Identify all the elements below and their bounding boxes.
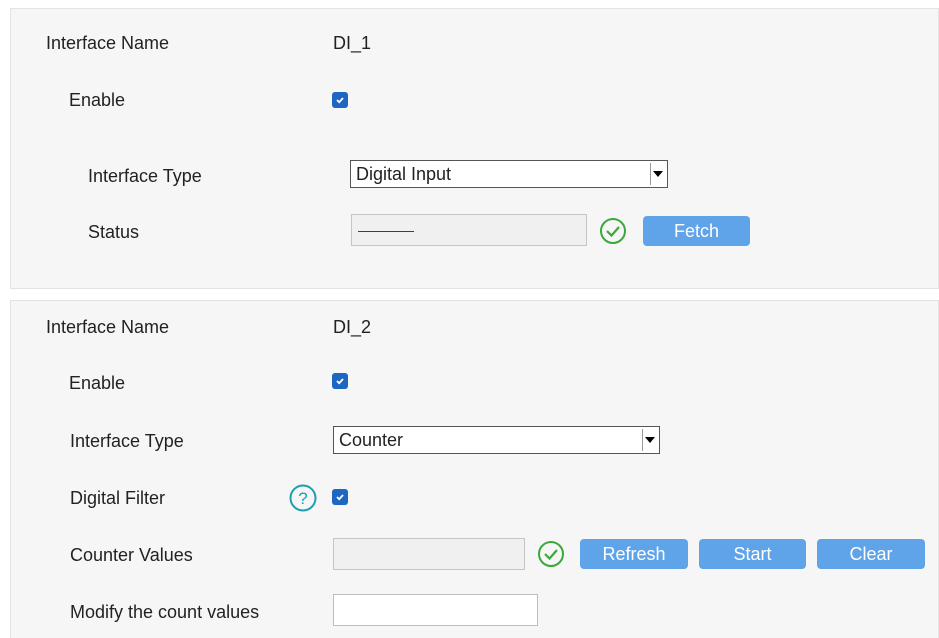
checkmark-icon bbox=[336, 494, 344, 501]
interface-name-value: DI_2 bbox=[333, 317, 372, 337]
clear-button[interactable]: Clear bbox=[817, 539, 925, 569]
help-icon[interactable]: ? bbox=[288, 483, 318, 513]
interface-panel-di1: Interface Name DI_1 Enable Interface Typ… bbox=[10, 8, 939, 289]
refresh-button[interactable]: Refresh bbox=[580, 539, 688, 569]
interface-name-label: Interface Name bbox=[46, 33, 170, 53]
status-field: ———— bbox=[351, 214, 587, 246]
svg-text:?: ? bbox=[298, 489, 307, 508]
digital-filter-label: Digital Filter bbox=[70, 488, 166, 508]
enable-checkbox[interactable] bbox=[332, 373, 348, 389]
interface-type-selected: Digital Input bbox=[356, 164, 452, 184]
counter-values-label: Counter Values bbox=[70, 545, 193, 565]
checkmark-icon bbox=[336, 97, 344, 104]
interface-type-select[interactable]: Counter bbox=[333, 426, 660, 454]
checkmark-icon bbox=[336, 378, 344, 385]
check-circle-icon bbox=[538, 541, 564, 567]
chevron-down-icon bbox=[642, 429, 657, 451]
interface-type-select[interactable]: Digital Input bbox=[350, 160, 668, 188]
interface-name-value: DI_1 bbox=[333, 33, 372, 53]
status-label: Status bbox=[88, 222, 140, 242]
counter-values-field bbox=[333, 538, 525, 570]
interface-type-label: Interface Type bbox=[70, 431, 184, 451]
digital-filter-checkbox[interactable] bbox=[332, 489, 348, 505]
enable-checkbox[interactable] bbox=[332, 92, 348, 108]
status-value: ———— bbox=[358, 222, 414, 238]
modify-count-label: Modify the count values bbox=[70, 602, 260, 622]
interface-panel-di2: Interface Name DI_2 Enable Interface Typ… bbox=[10, 300, 939, 638]
chevron-down-icon bbox=[650, 163, 665, 185]
interface-type-selected: Counter bbox=[339, 430, 404, 450]
check-circle-icon bbox=[600, 218, 626, 244]
enable-label: Enable bbox=[69, 90, 126, 110]
fetch-button[interactable]: Fetch bbox=[643, 216, 750, 246]
enable-label: Enable bbox=[69, 373, 126, 393]
modify-count-input[interactable] bbox=[333, 594, 538, 626]
interface-name-label: Interface Name bbox=[46, 317, 170, 337]
start-button[interactable]: Start bbox=[699, 539, 806, 569]
interface-type-label: Interface Type bbox=[88, 166, 202, 186]
